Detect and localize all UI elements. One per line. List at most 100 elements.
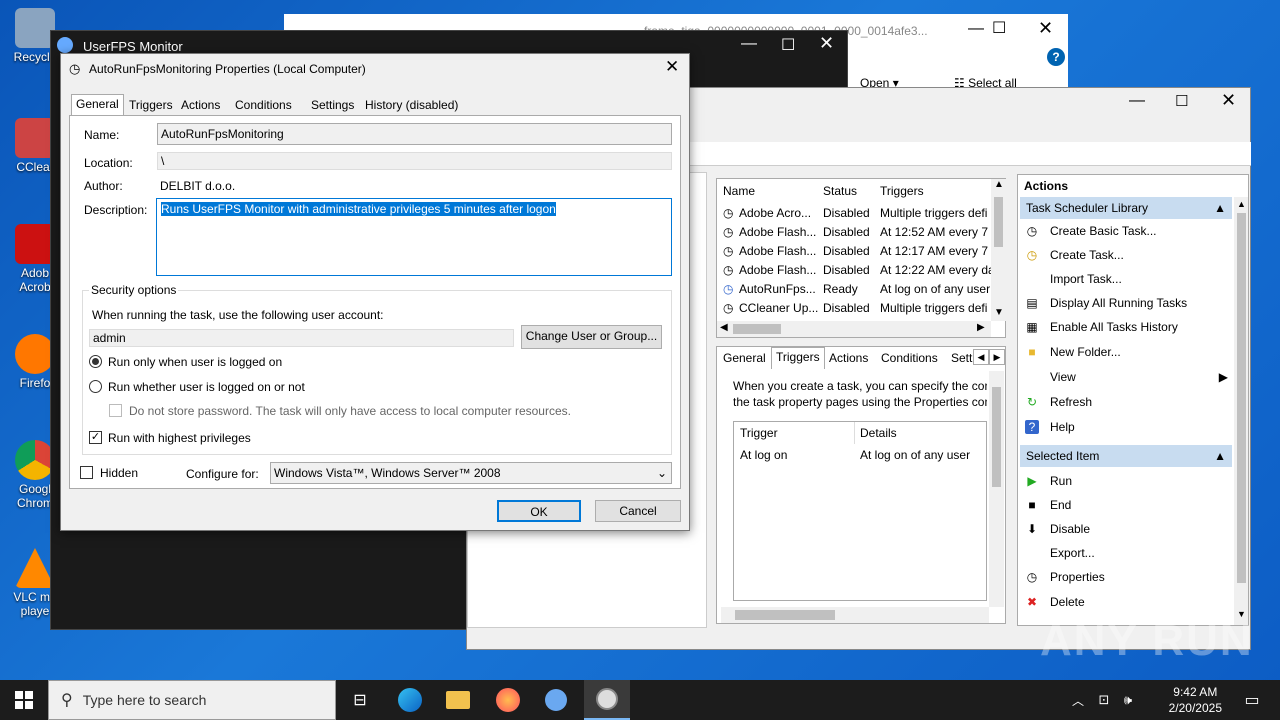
notification-icon[interactable]: ▭ — [1232, 680, 1272, 720]
properties-dialog[interactable]: ◷ AutoRunFpsMonitoring Properties (Local… — [60, 53, 690, 531]
action-properties[interactable]: ◷ Properties — [1018, 565, 1232, 589]
actions-pane[interactable]: Actions Task Scheduler Library ▲ ◷ Create … — [1017, 174, 1249, 626]
userfps-close-button[interactable]: ✕ — [819, 33, 834, 54]
taskbar-userfps-icon[interactable] — [536, 680, 576, 720]
userfps-maximize-button[interactable]: ☐ — [781, 35, 795, 55]
trigger-cell[interactable]: At log on — [740, 448, 787, 462]
radio-whether-logged[interactable] — [89, 380, 102, 393]
column-triggers[interactable]: Triggers — [880, 182, 924, 201]
scroll-up-arrow[interactable]: ▲ — [1237, 199, 1246, 209]
table-row[interactable]: ◷ Adobe Acro... Disabled Multiple trigge… — [717, 204, 991, 223]
action-view[interactable]: View ▶ — [1018, 365, 1232, 389]
action-create-task[interactable]: ◷ Create Task... — [1018, 243, 1232, 267]
actions-vscrollbar[interactable]: ▲ ▼ — [1234, 197, 1248, 625]
scroll-left-arrow[interactable]: ◀ — [720, 322, 728, 333]
explorer-help-icon[interactable]: ? — [1047, 48, 1065, 66]
action-new-folder[interactable]: ■ New Folder... — [1018, 340, 1232, 364]
dialog-close-button[interactable]: ✕ — [665, 57, 679, 77]
column-status[interactable]: Status — [823, 182, 857, 201]
action-run[interactable]: ▶ Run — [1018, 469, 1232, 493]
name-field[interactable]: AutoRunFpsMonitoring — [157, 123, 672, 145]
taskbar-edge-icon[interactable] — [390, 680, 430, 720]
task-list-vscrollbar[interactable]: ▲ ▼ — [991, 179, 1006, 321]
hidden-label[interactable]: Hidden — [100, 466, 138, 480]
scroll-thumb[interactable] — [735, 610, 835, 620]
hidden-checkbox[interactable] — [80, 466, 93, 479]
detail-tab-general[interactable]: General — [719, 349, 770, 369]
trigger-header[interactable]: Trigger — [740, 426, 778, 440]
scheduler-close-button[interactable]: ✕ — [1221, 90, 1236, 111]
tab-history[interactable]: History (disabled) — [361, 96, 462, 116]
details-cell[interactable]: At log on of any user — [860, 448, 970, 462]
scroll-up-arrow[interactable]: ▲ — [994, 179, 1004, 190]
taskbar-search-box[interactable]: ⚲ Type here to search — [48, 680, 336, 720]
action-enable-history[interactable]: ▦ Enable All Tasks History — [1018, 315, 1232, 339]
radio-logged-on[interactable] — [89, 355, 102, 368]
tab-settings[interactable]: Settings — [307, 96, 358, 116]
tab-conditions[interactable]: Conditions — [231, 96, 296, 116]
task-view-button[interactable]: ⊟ — [340, 680, 380, 720]
tray-volume-icon[interactable]: 🕪 — [1118, 680, 1138, 720]
scroll-thumb[interactable] — [1237, 213, 1246, 583]
column-name[interactable]: Name — [723, 182, 755, 201]
start-button[interactable] — [0, 680, 48, 720]
explorer-close-button[interactable]: ✕ — [1038, 18, 1053, 39]
trigger-table[interactable]: Trigger Details At log on At log on of a… — [733, 421, 987, 601]
section-selected-item[interactable]: Selected Item ▲ — [1020, 445, 1232, 467]
configure-select[interactable]: Windows Vista™, Windows Server™ 2008 ⌄ — [270, 462, 672, 484]
action-end[interactable]: ■ End — [1018, 493, 1232, 517]
tab-actions[interactable]: Actions — [177, 96, 224, 116]
action-disable[interactable]: ⬇ Disable — [1018, 517, 1232, 541]
detail-tab-triggers[interactable]: Triggers — [771, 347, 825, 369]
task-list-hscrollbar[interactable]: ◀ ▶ — [717, 321, 991, 337]
cancel-button[interactable]: Cancel — [595, 500, 681, 522]
detail-tab-conditions[interactable]: Conditions — [877, 349, 942, 369]
taskbar-firefox-icon[interactable] — [488, 680, 528, 720]
explorer-minimize-button[interactable]: — — [968, 20, 984, 38]
scroll-thumb[interactable] — [733, 324, 781, 334]
highest-privileges-label[interactable]: Run with highest privileges — [108, 431, 251, 445]
scheduler-maximize-button[interactable]: ☐ — [1175, 92, 1188, 110]
action-create-basic-task[interactable]: ◷ Create Basic Task... — [1018, 219, 1232, 243]
scroll-right-arrow[interactable]: ▶ — [977, 322, 985, 333]
action-refresh[interactable]: ↻ Refresh — [1018, 390, 1232, 414]
radio-whether-label[interactable]: Run whether user is logged on or not — [108, 380, 305, 394]
explorer-maximize-button[interactable]: ☐ — [992, 18, 1006, 38]
section-task-scheduler-library[interactable]: Task Scheduler Library ▲ — [1020, 197, 1232, 219]
tray-clock[interactable]: 9:42 AM 2/20/2025 — [1169, 684, 1222, 716]
details-header[interactable]: Details — [860, 426, 897, 440]
taskbar-task-scheduler-icon[interactable] — [584, 680, 630, 720]
detail-tab-settings[interactable]: Setti — [947, 349, 973, 369]
table-row[interactable]: ◷ Adobe Flash... Disabled At 12:17 AM ev… — [717, 242, 991, 261]
detail-hscrollbar[interactable] — [721, 607, 989, 623]
action-export[interactable]: Export... — [1018, 541, 1232, 565]
radio-logged-on-label[interactable]: Run only when user is logged on — [108, 355, 282, 369]
tray-chevron-icon[interactable]: ︿ — [1068, 680, 1088, 720]
task-list[interactable]: Name Status Triggers ◷ Adobe Acro... Dis… — [716, 178, 1006, 338]
ok-button[interactable]: OK — [497, 500, 581, 522]
tab-scroll-left-button[interactable]: ◀ — [973, 349, 989, 365]
taskbar-explorer-icon[interactable] — [438, 680, 478, 720]
action-help[interactable]: ? Help — [1018, 415, 1232, 439]
scroll-thumb[interactable] — [994, 197, 1003, 247]
tray-network-icon[interactable]: ⊡ — [1094, 680, 1114, 720]
scroll-thumb[interactable] — [992, 387, 1001, 487]
table-row[interactable]: ◷ Adobe Flash... Disabled At 12:52 AM ev… — [717, 223, 991, 242]
action-display-running[interactable]: ▤ Display All Running Tasks — [1018, 291, 1232, 315]
change-user-button[interactable]: Change User or Group... — [521, 325, 662, 349]
tab-general[interactable]: General — [71, 94, 124, 116]
description-field[interactable]: Runs UserFPS Monitor with administrative… — [156, 198, 672, 276]
task-detail-panel[interactable]: General Triggers Actions Conditions Sett… — [716, 346, 1006, 624]
detail-vscrollbar[interactable] — [989, 371, 1004, 607]
tab-triggers[interactable]: Triggers — [125, 96, 177, 116]
highest-privileges-checkbox[interactable]: ✓ — [89, 431, 102, 444]
table-row-selected[interactable]: ◷ AutoRunFps... Ready At log on of any u… — [717, 280, 991, 299]
action-import-task[interactable]: Import Task... — [1018, 267, 1232, 291]
table-row[interactable]: ◷ Adobe Flash... Disabled At 12:22 AM ev… — [717, 261, 991, 280]
scroll-down-arrow[interactable]: ▼ — [994, 307, 1004, 318]
detail-tab-actions[interactable]: Actions — [825, 349, 872, 369]
table-row[interactable]: ◷ CCleaner Up... Disabled Multiple trigg… — [717, 299, 991, 318]
scheduler-minimize-button[interactable]: — — [1129, 92, 1145, 110]
userfps-minimize-button[interactable]: — — [741, 35, 757, 53]
action-delete[interactable]: ✖ Delete — [1018, 590, 1232, 614]
